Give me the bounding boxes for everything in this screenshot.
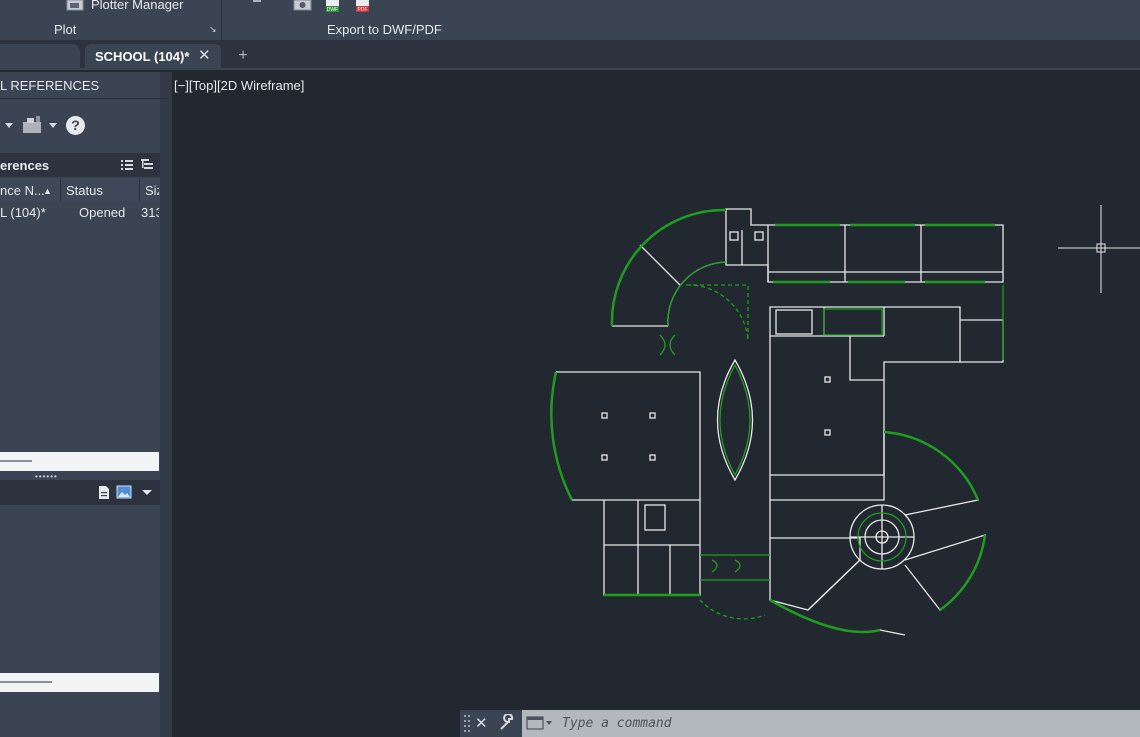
palette-title: L REFERENCES bbox=[0, 78, 100, 93]
dwf-icon-text: DWF bbox=[327, 7, 338, 13]
new-tab-plus-icon[interactable]: + bbox=[232, 46, 254, 66]
plotter-manager-icon[interactable] bbox=[66, 0, 86, 12]
command-line-close-icon[interactable]: ✕ bbox=[475, 714, 488, 732]
preview-image-icon[interactable] bbox=[116, 485, 132, 500]
reference-size-cell[interactable]: 313 bbox=[141, 205, 159, 220]
tab-close-icon[interactable]: ✕ bbox=[198, 46, 211, 64]
school-floor-plan-drawing[interactable] bbox=[540, 195, 1010, 650]
reference-status-cell[interactable]: Opened bbox=[79, 205, 125, 220]
plotter-manager-button[interactable]: Plotter Manager bbox=[91, 0, 184, 12]
refresh-dropdown-arrow-icon[interactable] bbox=[47, 120, 59, 130]
palette-edge[interactable] bbox=[160, 72, 172, 737]
recent-commands-icon[interactable] bbox=[526, 716, 554, 731]
details-scroll-thumb[interactable] bbox=[0, 681, 52, 683]
export-panel-label: Export to DWF/PDF bbox=[327, 22, 442, 37]
dwf-export-icon[interactable]: DWF bbox=[325, 0, 341, 13]
details-view-icon[interactable] bbox=[97, 485, 111, 500]
command-line-grip-icon[interactable] bbox=[463, 713, 471, 733]
preview-camera-icon[interactable] bbox=[293, 0, 313, 12]
cursor-crosshair bbox=[1058, 205, 1140, 293]
help-icon[interactable]: ? bbox=[66, 116, 85, 135]
viewport-controls-label[interactable]: [−][Top][2D Wireframe] bbox=[174, 78, 304, 93]
pdf-export-icon[interactable]: PDF bbox=[355, 0, 371, 13]
list-view-icon[interactable] bbox=[120, 158, 134, 172]
refresh-references-icon[interactable] bbox=[22, 116, 44, 134]
command-input-placeholder: Type a command bbox=[562, 716, 672, 731]
file-references-title: erences bbox=[0, 158, 50, 173]
tab-school-104[interactable]: SCHOOL (104)* ✕ bbox=[85, 44, 221, 70]
attach-dropdown-arrow-icon[interactable] bbox=[3, 120, 15, 130]
tab-title: SCHOOL (104)* bbox=[95, 49, 190, 64]
references-scroll-thumb[interactable] bbox=[0, 460, 32, 462]
sort-ascending-icon: ▲ bbox=[43, 186, 52, 196]
export-arrow-icon[interactable] bbox=[252, 0, 262, 4]
customize-wrench-icon[interactable] bbox=[498, 714, 516, 732]
details-header bbox=[0, 480, 160, 505]
pdf-icon-text: PDF bbox=[358, 7, 368, 13]
details-dropdown-arrow-icon[interactable] bbox=[141, 487, 153, 497]
column-size-label: Siz bbox=[145, 183, 159, 198]
tree-view-icon[interactable] bbox=[140, 158, 154, 172]
plot-panel-label: Plot bbox=[54, 22, 77, 37]
reference-name-cell[interactable]: L (104)* bbox=[0, 205, 46, 220]
column-name-label: nce N... bbox=[0, 183, 45, 198]
palette-divider bbox=[0, 98, 168, 99]
column-status-label: Status bbox=[66, 183, 103, 198]
previous-file-tab[interactable] bbox=[0, 44, 80, 68]
plot-panel-launcher[interactable]: ↘ bbox=[209, 24, 217, 35]
ribbon-separator bbox=[221, 0, 222, 40]
